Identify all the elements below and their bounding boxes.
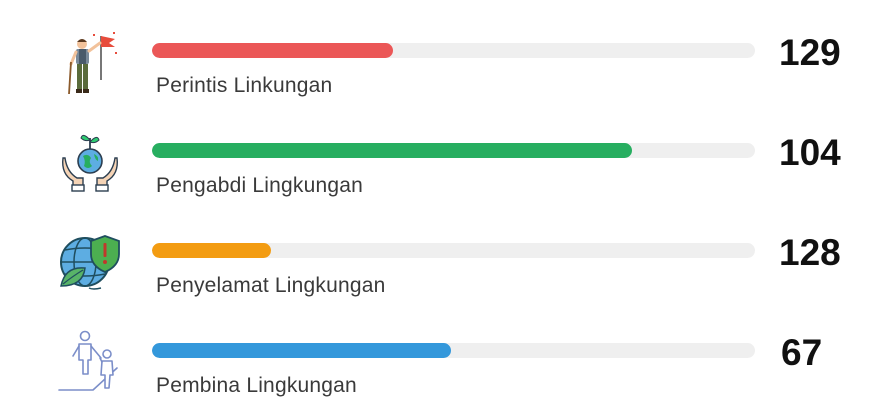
progress-track [152, 43, 755, 58]
ranking-row-perintis: Perintis Linkungan 129 [0, 0, 893, 100]
rank-label: Penyelamat Lingkungan [156, 274, 386, 297]
progress-fill [152, 143, 632, 158]
pioneer-flag-icon [55, 28, 125, 98]
rank-label: Perintis Linkungan [156, 74, 333, 97]
progress-fill [152, 343, 452, 358]
progress-track [152, 143, 755, 158]
progress-fill [152, 43, 394, 58]
rank-label: Pembina Lingkungan [156, 374, 357, 397]
progress-fill [152, 243, 271, 258]
progress-track [152, 343, 755, 358]
helping-hand-climb-icon [55, 328, 125, 398]
rank-count: 67 [781, 332, 823, 373]
rank-label: Pengabdi Lingkungan [156, 174, 363, 197]
rank-count: 128 [779, 232, 841, 273]
ranking-row-pembina: Pembina Lingkungan 67 [0, 300, 893, 400]
ranking-row-penyelamat: Penyelamat Lingkungan 128 [0, 200, 893, 300]
rank-count: 129 [779, 32, 841, 73]
progress-track [152, 243, 755, 258]
ranking-row-pengabdi: Pengabdi Lingkungan 104 [0, 100, 893, 200]
globe-shield-leaf-icon [55, 228, 125, 298]
hands-globe-sprout-icon [55, 128, 125, 198]
rank-count: 104 [779, 132, 841, 173]
